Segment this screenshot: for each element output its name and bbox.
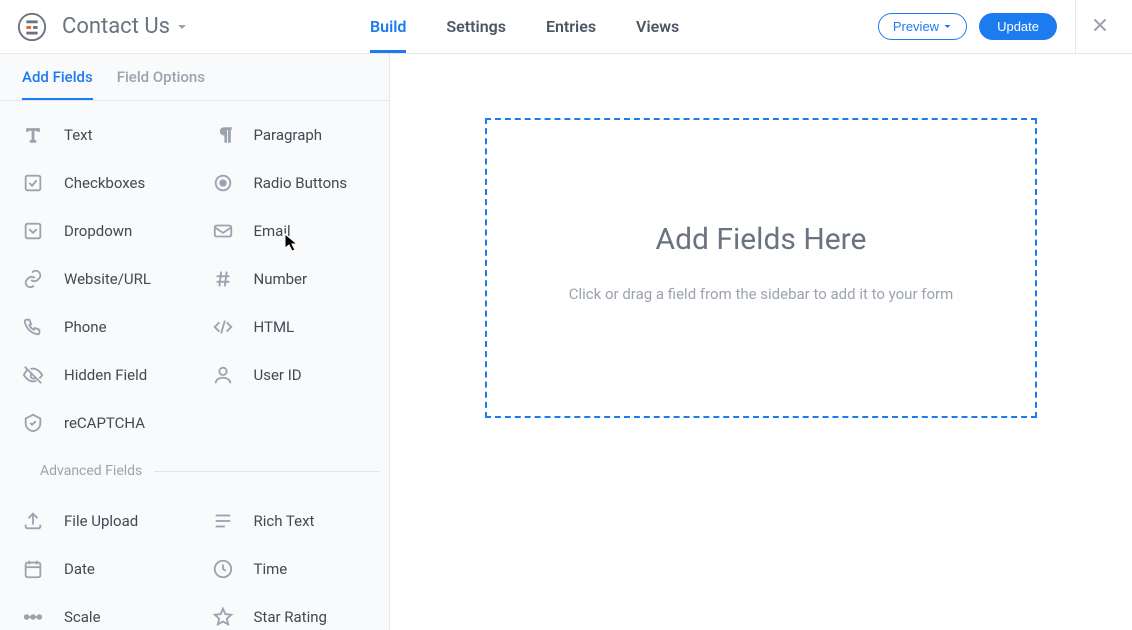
scale-icon (20, 604, 46, 630)
html-icon (210, 314, 236, 340)
time-icon (210, 556, 236, 582)
radio-icon (210, 170, 236, 196)
checkbox-icon (20, 170, 46, 196)
field-userid[interactable]: User ID (196, 351, 386, 399)
date-icon (20, 556, 46, 582)
text-icon (20, 122, 46, 148)
field-scale[interactable]: Scale (6, 593, 196, 630)
nav-views[interactable]: Views (636, 1, 679, 53)
field-html[interactable]: HTML (196, 303, 386, 351)
field-number[interactable]: Number (196, 255, 386, 303)
caret-down-icon (943, 22, 952, 31)
hidden-icon (20, 362, 46, 388)
tab-field-options[interactable]: Field Options (117, 68, 205, 100)
paragraph-icon (210, 122, 236, 148)
link-icon (20, 266, 46, 292)
header-actions: Preview Update (878, 0, 1132, 54)
star-icon (210, 604, 236, 630)
basic-fields: Text Paragraph Checkboxes Radio Buttons … (0, 101, 389, 455)
nav-entries[interactable]: Entries (546, 1, 596, 53)
caret-down-icon (176, 14, 188, 39)
divider (1075, 0, 1076, 54)
nav-settings[interactable]: Settings (446, 1, 506, 53)
upload-icon (20, 508, 46, 534)
dropzone-title: Add Fields Here (656, 222, 867, 257)
field-checkboxes[interactable]: Checkboxes (6, 159, 196, 207)
advanced-fields: File Upload Rich Text Date Time Scale St… (0, 487, 389, 630)
field-paragraph[interactable]: Paragraph (196, 111, 386, 159)
form-canvas: Add Fields Here Click or drag a field fr… (390, 54, 1132, 630)
preview-button[interactable]: Preview (878, 13, 967, 40)
user-icon (210, 362, 236, 388)
field-text[interactable]: Text (6, 111, 196, 159)
phone-icon (20, 314, 46, 340)
nav-build[interactable]: Build (370, 1, 406, 53)
tab-add-fields[interactable]: Add Fields (22, 68, 93, 100)
hash-icon (210, 266, 236, 292)
sidebar-tabs: Add Fields Field Options (0, 54, 389, 101)
sidebar: Add Fields Field Options Text Paragraph … (0, 54, 390, 630)
field-date[interactable]: Date (6, 545, 196, 593)
dropzone[interactable]: Add Fields Here Click or drag a field fr… (485, 118, 1037, 418)
field-star-rating[interactable]: Star Rating (196, 593, 386, 630)
rich-text-icon (210, 508, 236, 534)
app-header: Contact Us Build Settings Entries Views … (0, 0, 1132, 54)
field-rich-text[interactable]: Rich Text (196, 497, 386, 545)
update-button[interactable]: Update (979, 13, 1057, 40)
form-title-text: Contact Us (62, 14, 170, 39)
close-button[interactable] (1088, 14, 1112, 39)
app-logo (16, 11, 48, 43)
dropzone-hint: Click or drag a field from the sidebar t… (569, 285, 954, 303)
advanced-fields-header: Advanced Fields (0, 455, 389, 487)
form-title-dropdown[interactable]: Contact Us (62, 14, 188, 39)
dropdown-icon (20, 218, 46, 244)
field-recaptcha[interactable]: reCAPTCHA (6, 399, 196, 447)
main-nav: Build Settings Entries Views (370, 1, 679, 53)
field-radio[interactable]: Radio Buttons (196, 159, 386, 207)
field-dropdown[interactable]: Dropdown (6, 207, 196, 255)
field-hidden[interactable]: Hidden Field (6, 351, 196, 399)
email-icon (210, 218, 236, 244)
field-time[interactable]: Time (196, 545, 386, 593)
recaptcha-icon (20, 410, 46, 436)
field-file-upload[interactable]: File Upload (6, 497, 196, 545)
field-email[interactable]: Email (196, 207, 386, 255)
close-icon (1092, 17, 1108, 33)
field-url[interactable]: Website/URL (6, 255, 196, 303)
field-phone[interactable]: Phone (6, 303, 196, 351)
